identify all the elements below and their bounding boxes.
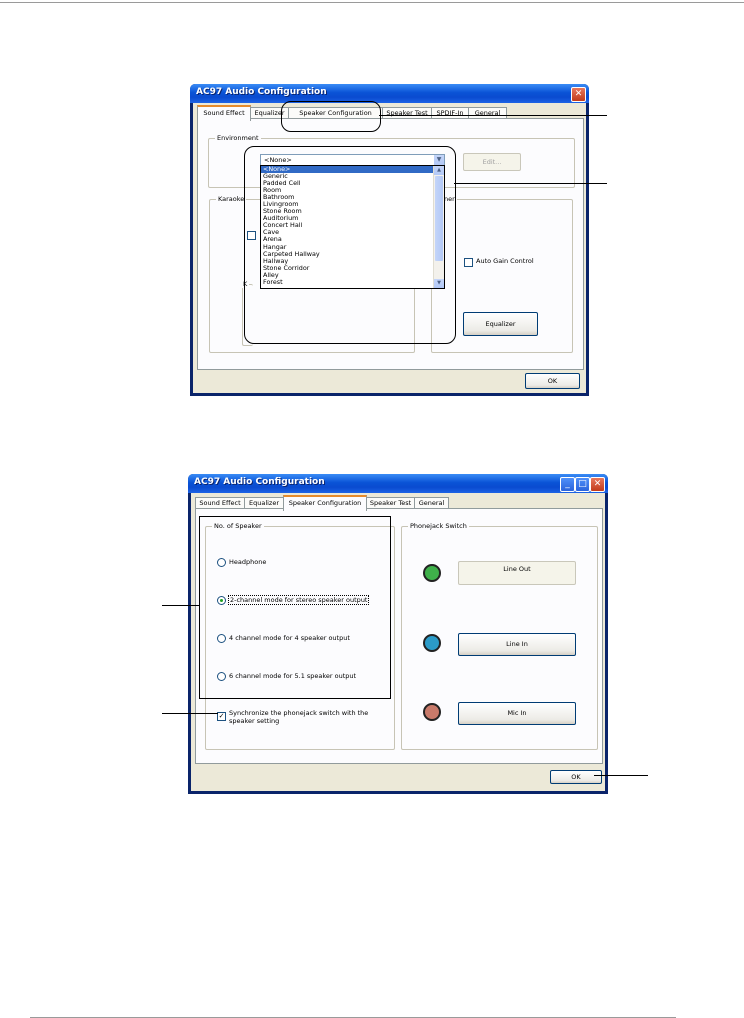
title-bar[interactable]: AC97 Audio Configuration ✕ [190, 84, 589, 103]
tab-speaker-configuration[interactable]: Speaker Configuration [283, 495, 367, 511]
auto-gain-label: Auto Gain Control [476, 257, 534, 265]
line-in-button[interactable]: Line In [458, 633, 576, 656]
phonejack-label: Phonejack Switch [408, 522, 469, 530]
close-button[interactable]: ✕ [590, 477, 605, 492]
callout-environment-list [244, 146, 456, 344]
auto-gain-checkbox[interactable] [464, 258, 473, 267]
environment-label: Environment [215, 134, 261, 142]
tab-sound-effect[interactable]: Sound Effect [197, 105, 251, 121]
jack-ring [423, 634, 441, 652]
ok-button[interactable]: OK [525, 373, 580, 389]
equalizer-button[interactable]: Equalizer [463, 312, 538, 336]
window-title: AC97 Audio Configuration [196, 87, 327, 97]
sync-checkbox[interactable]: ✓ [217, 712, 226, 721]
top-rule [0, 2, 744, 3]
callout-no-of-speaker [199, 516, 391, 699]
minimize-icon: _ [565, 479, 570, 489]
window-title: AC97 Audio Configuration [194, 477, 325, 487]
sync-label-line2: speaker setting [229, 717, 280, 725]
pointer-line-ok [594, 775, 648, 776]
jack-ring [423, 564, 441, 582]
close-icon: ✕ [574, 89, 583, 99]
ok-button[interactable]: OK [550, 770, 602, 784]
title-bar[interactable]: AC97 Audio Configuration _ □ ✕ [188, 474, 608, 493]
edit-button[interactable]: Edit... [463, 153, 521, 171]
jack-ring [423, 703, 441, 721]
jack-line-in-icon [421, 632, 441, 652]
maximize-button[interactable]: □ [575, 477, 590, 492]
callout-speaker-configuration-tab [281, 101, 381, 132]
close-button[interactable]: ✕ [571, 87, 586, 102]
karaoke-label: Karaoke [216, 195, 247, 203]
mic-in-button[interactable]: Mic In [458, 702, 576, 725]
jack-line-out-icon [421, 562, 441, 582]
pointer-line-tab [379, 115, 607, 116]
pointer-line-list [454, 183, 607, 184]
sync-label-line1: Synchronize the phonejack switch with th… [229, 709, 369, 717]
close-icon: ✕ [593, 479, 602, 489]
pointer-line-speaker [162, 605, 199, 606]
line-out-button[interactable]: Line Out [458, 561, 576, 585]
jack-mic-in-icon [421, 701, 441, 721]
minimize-button[interactable]: _ [560, 477, 575, 492]
pointer-line-sync [162, 713, 218, 714]
maximize-icon: □ [578, 479, 587, 489]
